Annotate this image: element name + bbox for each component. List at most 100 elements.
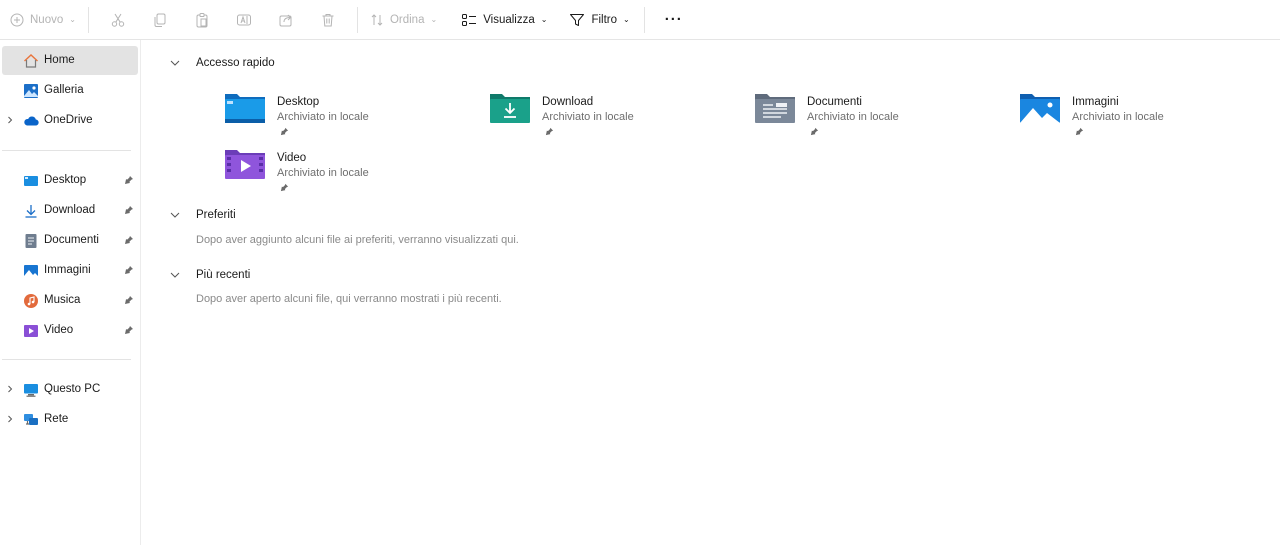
sidebar-item-pictures[interactable]: Immagini [2, 256, 138, 285]
sidebar-item-onedrive[interactable]: OneDrive [2, 106, 138, 135]
quick-access-item-pictures[interactable]: Immagini Archiviato in locale [1019, 86, 1269, 138]
quick-access-item-desktop[interactable]: Desktop Archiviato in locale [224, 86, 474, 138]
copy-icon [154, 13, 166, 27]
sidebar-divider [2, 359, 131, 360]
chevron-down-icon[interactable] [169, 269, 181, 281]
view-button[interactable]: Visualizza ⌄ [457, 5, 551, 35]
sidebar-item-music[interactable]: Musica [2, 286, 138, 315]
sidebar-item-network[interactable]: Rete [2, 405, 138, 434]
chevron-down-icon[interactable] [169, 57, 181, 69]
plus-circle-icon [10, 13, 24, 26]
documents-folder-icon [755, 94, 795, 123]
sort-icon [371, 13, 383, 26]
pin-icon[interactable] [124, 295, 134, 305]
video-folder-icon [225, 150, 265, 179]
pin-icon[interactable] [124, 325, 134, 335]
sidebar-divider [2, 150, 131, 151]
sidebar-item-label: Immagini [44, 264, 91, 276]
quick-access-item-name: Immagini [1072, 96, 1119, 108]
more-options-button[interactable]: ··· [665, 11, 683, 28]
pin-icon [545, 127, 554, 136]
sidebar-item-label: Rete [44, 413, 69, 425]
pin-icon [280, 183, 289, 192]
chevron-right-icon[interactable] [5, 414, 15, 424]
share-button[interactable] [270, 5, 302, 35]
quick-access-item-download[interactable]: Download Archiviato in locale [489, 86, 739, 138]
pin-icon[interactable] [124, 205, 134, 215]
quick-access-header[interactable]: Accesso rapido [169, 57, 275, 69]
sidebar-item-label: Video [44, 324, 74, 336]
this-pc-icon [24, 384, 38, 397]
chevron-down-icon: ⌄ [69, 15, 76, 24]
main-content: Accesso rapido Desktop Archiviato in loc… [141, 40, 1280, 545]
pin-icon[interactable] [124, 175, 134, 185]
pictures-folder-icon [1020, 94, 1060, 123]
music-icon [24, 294, 38, 308]
cut-button[interactable] [102, 5, 134, 35]
sidebar-item-label: Documenti [44, 234, 99, 246]
chevron-down-icon: ⌄ [430, 15, 438, 24]
quick-access-item-name: Download [542, 96, 594, 108]
chevron-down-icon: ⌄ [623, 15, 630, 24]
sidebar-item-label: Musica [44, 294, 81, 306]
pin-icon[interactable] [124, 265, 134, 275]
view-list-icon [462, 13, 477, 26]
sort-button-label: Ordina [389, 13, 425, 26]
home-icon [24, 54, 38, 68]
sidebar-item-this-pc[interactable]: Questo PC [2, 375, 138, 404]
chevron-right-icon[interactable] [5, 115, 15, 125]
new-button-label: Nuovo [30, 13, 64, 26]
sidebar-item-download[interactable]: Download [2, 196, 138, 225]
toolbar-separator [643, 6, 645, 33]
quick-access-item-subtitle: Archiviato in locale [1072, 111, 1164, 123]
sidebar-item-documents[interactable]: Documenti [2, 226, 138, 255]
filter-button[interactable]: Filtro ⌄ [565, 5, 633, 35]
download-folder-icon [490, 94, 530, 123]
desktop-folder-icon [225, 94, 265, 123]
rename-button[interactable] [228, 5, 260, 35]
sidebar-item-label: Galleria [44, 84, 84, 96]
sidebar-item-label: Home [44, 54, 75, 66]
quick-access-item-name: Video [277, 152, 307, 164]
recent-empty-message: Dopo aver aperto alcuni file, qui verran… [196, 293, 502, 305]
pictures-icon [24, 265, 38, 277]
pin-icon [1075, 127, 1084, 136]
toolbar-separator [356, 6, 358, 33]
pin-icon [280, 127, 289, 136]
delete-button[interactable] [312, 5, 344, 35]
sidebar-item-video[interactable]: Video [2, 316, 138, 345]
quick-access-item-name: Documenti [807, 96, 862, 108]
sidebar-item-gallery[interactable]: Galleria [2, 76, 138, 105]
sort-button[interactable]: Ordina ⌄ [366, 5, 441, 35]
favorites-empty-message: Dopo aver aggiunto alcuni file ai prefer… [196, 234, 519, 246]
sidebar-item-home[interactable]: Home [2, 46, 138, 75]
quick-access-item-video[interactable]: Video Archiviato in locale [224, 142, 474, 194]
quick-access-item-subtitle: Archiviato in locale [277, 111, 369, 123]
filter-icon [570, 13, 585, 26]
quick-access-item-subtitle: Archiviato in locale [542, 111, 634, 123]
paste-button[interactable] [186, 5, 218, 35]
favorites-header[interactable]: Preferiti [169, 209, 236, 221]
pin-icon[interactable] [124, 235, 134, 245]
sidebar-item-desktop[interactable]: Desktop [2, 166, 138, 195]
navigation-pane: Home Galleria OneDrive Desktop Download … [0, 40, 141, 545]
sidebar-item-label: Questo PC [44, 383, 101, 395]
new-button[interactable]: Nuovo ⌄ [6, 5, 80, 35]
chevron-right-icon[interactable] [5, 384, 15, 394]
section-title: Accesso rapido [196, 57, 275, 69]
quick-access-item-documents[interactable]: Documenti Archiviato in locale [754, 86, 1004, 138]
section-title: Più recenti [196, 269, 251, 281]
sidebar-item-label: OneDrive [44, 114, 93, 126]
rename-icon [236, 14, 251, 25]
gallery-icon [24, 84, 38, 98]
toolbar-separator [87, 6, 89, 33]
chevron-down-icon[interactable] [169, 209, 181, 221]
download-icon [25, 205, 37, 218]
onedrive-icon [24, 116, 39, 126]
view-button-label: Visualizza [483, 13, 535, 26]
video-icon [24, 325, 38, 337]
recent-header[interactable]: Più recenti [169, 269, 250, 281]
quick-access-item-name: Desktop [277, 96, 320, 108]
section-title: Preferiti [196, 209, 236, 221]
copy-button[interactable] [144, 5, 176, 35]
